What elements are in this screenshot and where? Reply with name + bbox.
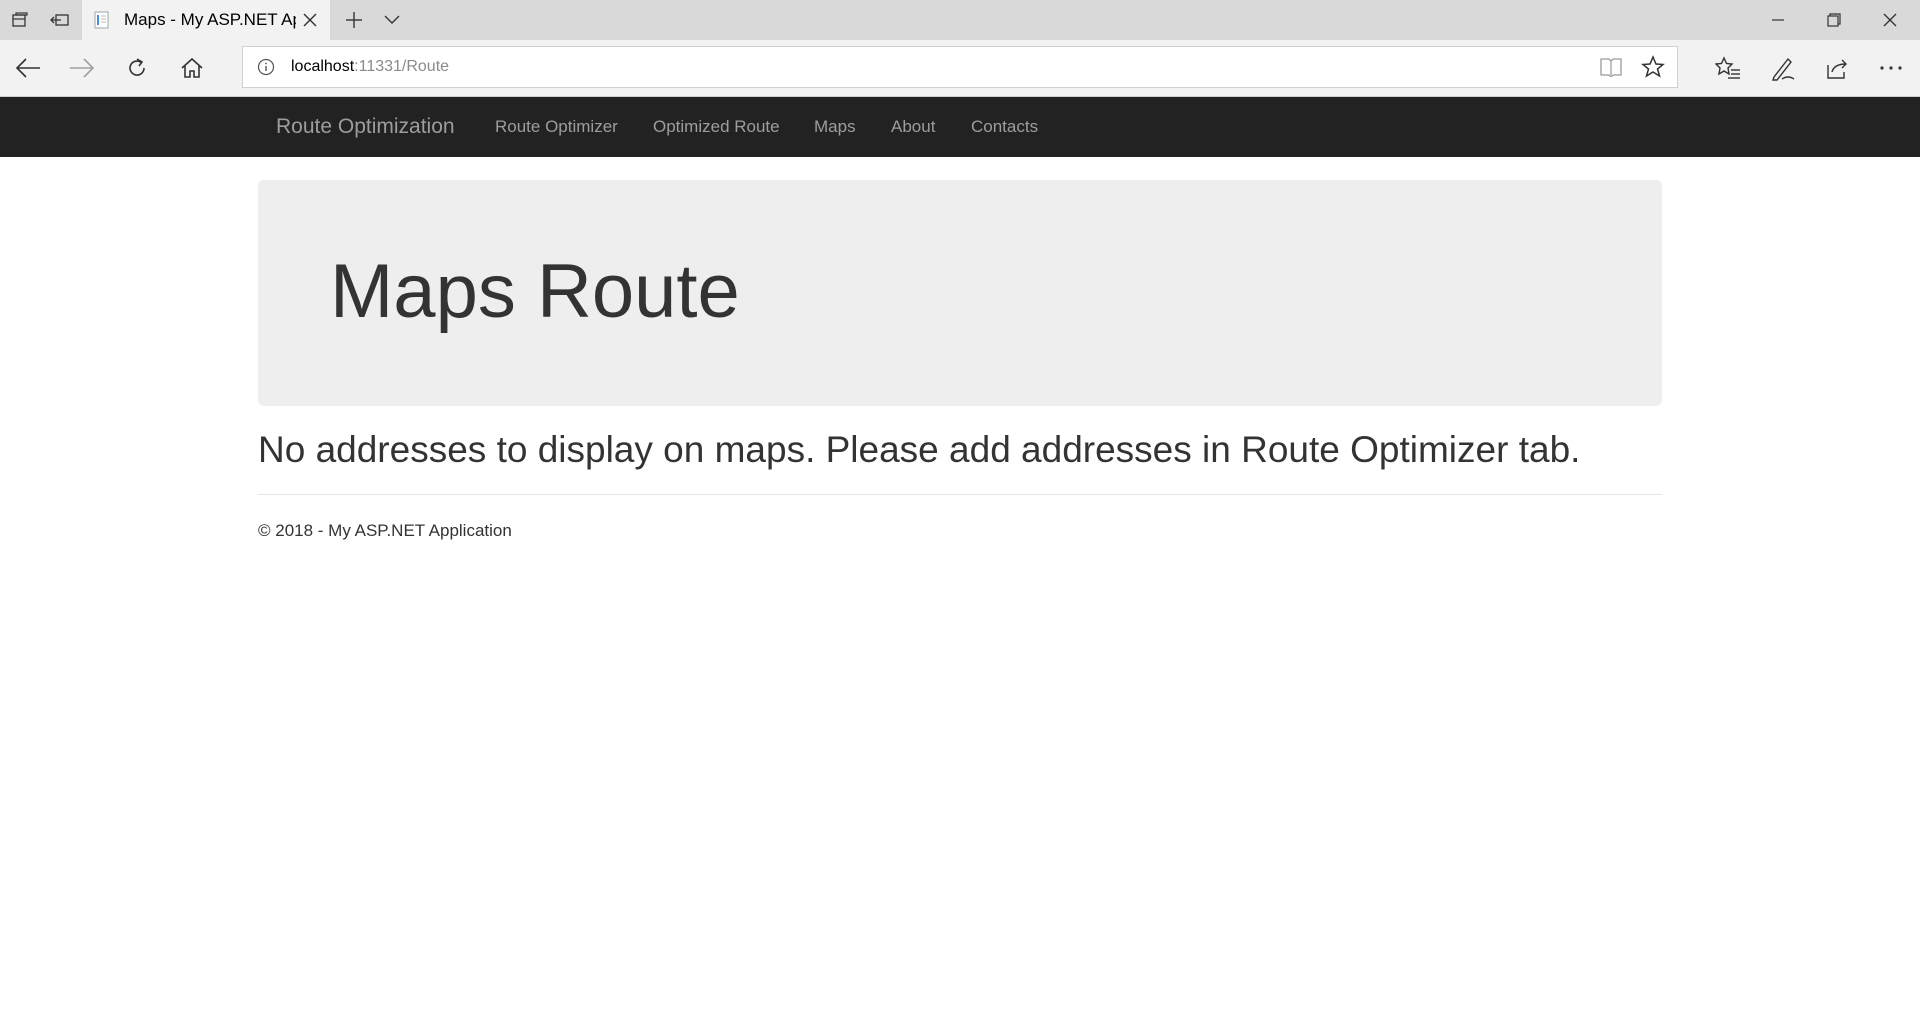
site-navbar: Route Optimization Route Optimizer Optim… bbox=[0, 97, 1920, 157]
footer-divider bbox=[258, 494, 1662, 495]
url-text[interactable]: localhost:11331/Route bbox=[291, 47, 449, 87]
brand-link[interactable]: Route Optimization bbox=[276, 97, 455, 157]
url-path: :11331/Route bbox=[354, 58, 450, 75]
jumbotron: Maps Route bbox=[258, 180, 1662, 406]
tab-title: Maps - My ASP.NET Ap bbox=[124, 10, 296, 29]
address-bar[interactable]: localhost:11331/Route bbox=[242, 46, 1678, 88]
more-options-icon[interactable] bbox=[1865, 40, 1917, 96]
browser-toolbar: localhost:11331/Route bbox=[0, 40, 1920, 97]
page-title: Maps Route bbox=[330, 249, 740, 334]
forward-arrow-icon[interactable] bbox=[56, 40, 108, 96]
nav-link-about[interactable]: About bbox=[891, 97, 935, 157]
set-aside-tabs-icon[interactable] bbox=[40, 0, 80, 40]
minimize-window-icon[interactable] bbox=[1750, 0, 1806, 40]
empty-state-message: No addresses to display on maps. Please … bbox=[258, 429, 1581, 470]
nav-link-optimized-route[interactable]: Optimized Route bbox=[653, 97, 780, 157]
reading-view-icon[interactable] bbox=[1591, 47, 1631, 87]
new-tab-icon[interactable] bbox=[334, 0, 374, 40]
close-window-icon[interactable] bbox=[1862, 0, 1918, 40]
nav-link-maps[interactable]: Maps bbox=[814, 97, 856, 157]
favorites-hub-icon[interactable] bbox=[1702, 40, 1754, 96]
back-arrow-icon[interactable] bbox=[2, 40, 54, 96]
close-tab-icon[interactable] bbox=[296, 6, 324, 34]
browser-tab-active[interactable]: Maps - My ASP.NET Ap bbox=[82, 0, 330, 40]
browser-tab-strip: Maps - My ASP.NET Ap bbox=[0, 0, 1920, 40]
tab-manager-icon[interactable] bbox=[0, 0, 40, 40]
page-favicon-icon bbox=[92, 10, 112, 30]
footer-copyright: © 2018 - My ASP.NET Application bbox=[258, 521, 512, 540]
nav-link-route-optimizer[interactable]: Route Optimizer bbox=[495, 97, 618, 157]
restore-window-icon[interactable] bbox=[1806, 0, 1862, 40]
home-icon[interactable] bbox=[166, 40, 218, 96]
favorite-star-icon[interactable] bbox=[1633, 47, 1673, 87]
refresh-icon[interactable] bbox=[111, 40, 163, 96]
url-host: localhost bbox=[291, 58, 355, 75]
site-info-icon[interactable] bbox=[257, 58, 275, 76]
tab-preview-chevron-down-icon[interactable] bbox=[372, 0, 412, 40]
web-note-pen-icon[interactable] bbox=[1757, 40, 1809, 96]
nav-link-contacts[interactable]: Contacts bbox=[971, 97, 1038, 157]
share-icon[interactable] bbox=[1811, 40, 1863, 96]
